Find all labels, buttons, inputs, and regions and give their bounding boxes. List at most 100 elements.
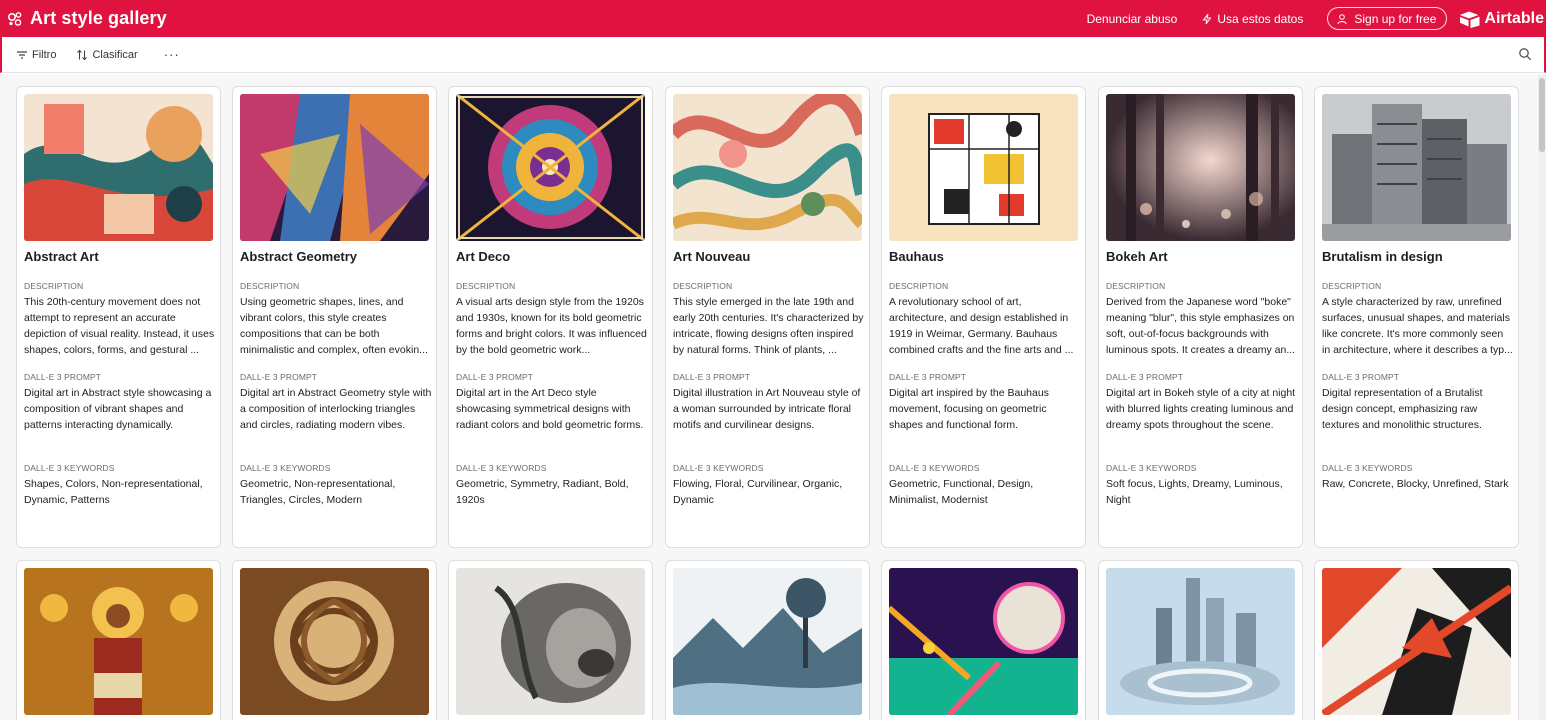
base-logo-icon [6,10,24,28]
keywords-value: Geometric, Symmetry, Radiant, Bold, 1920… [456,478,629,506]
keywords-value: Raw, Concrete, Blocky, Unrefined, Stark [1322,478,1509,490]
prompt-label: DALL-E 3 PROMPT [889,372,967,382]
card-title: Abstract Geometry [240,249,358,264]
record-card[interactable] [1314,560,1519,720]
sort-icon [77,49,88,60]
keywords-label: DALL-E 3 KEYWORDS [1106,463,1197,473]
card-image-celtic-art [240,568,429,715]
card-image-constructivism [1322,568,1511,715]
prompt-label: DALL-E 3 PROMPT [1106,372,1184,382]
description-value: A visual arts design style from the 1920… [456,296,647,356]
prompt-value: Digital art in Bokeh style of a city at … [1106,387,1296,431]
keywords-value: Geometric, Non-representational, Triangl… [240,478,396,506]
card-title: Brutalism in design [1322,249,1443,264]
use-data-link[interactable]: Usa estos datos [1201,12,1303,26]
signup-label: Sign up for free [1354,11,1437,26]
more-options-button[interactable]: ··· [164,47,180,62]
card-title: Bokeh Art [1106,249,1168,264]
card-image-icon-art [24,568,213,715]
record-card[interactable] [665,560,870,720]
description-label: DESCRIPTION [240,281,300,291]
keywords-label: DALL-E 3 KEYWORDS [240,463,331,473]
keywords-label: DALL-E 3 KEYWORDS [1322,463,1413,473]
record-card[interactable] [881,560,1086,720]
record-card[interactable]: Bauhaus DESCRIPTION A revolutionary scho… [881,86,1086,548]
prompt-label: DALL-E 3 PROMPT [456,372,534,382]
card-image-space-art [889,568,1078,715]
description-value: Derived from the Japanese word "boke" me… [1106,296,1296,356]
signup-button[interactable]: Sign up for free [1327,7,1448,30]
keywords-value: Geometric, Functional, Design, Minimalis… [889,478,1034,506]
record-card[interactable] [1098,560,1303,720]
prompt-value: Digital art in the Art Deco style showca… [456,387,644,431]
keywords-label: DALL-E 3 KEYWORDS [889,463,980,473]
record-card[interactable]: Abstract Geometry DESCRIPTION Using geom… [232,86,437,548]
bolt-icon [1202,13,1212,24]
prompt-value: Digital representation of a Brutalist de… [1322,387,1483,431]
record-card[interactable]: Brutalism in design DESCRIPTION A style … [1314,86,1519,548]
view-toolbar: Filtro Clasificar ··· [0,37,1546,73]
card-image-abstract-geometry [240,94,429,241]
prompt-value: Digital art inspired by the Bauhaus move… [889,387,1049,431]
airtable-logo-icon [1460,11,1480,28]
card-image-art-deco [456,94,645,241]
card-title: Art Deco [456,249,511,264]
sort-label: Clasificar [92,48,138,61]
description-label: DESCRIPTION [673,281,733,291]
scrollbar-thumb[interactable] [1539,78,1545,152]
record-card[interactable] [16,560,221,720]
record-card[interactable]: Art Deco DESCRIPTION A visual arts desig… [448,86,653,548]
prompt-label: DALL-E 3 PROMPT [240,372,318,382]
description-label: DESCRIPTION [1322,281,1382,291]
prompt-value: Digital art in Abstract style showcasing… [24,387,212,431]
card-title: Art Nouveau [673,249,751,264]
description-value: This style emerged in the late 19th and … [673,296,864,356]
card-image-futuristic-city [1106,568,1295,715]
filter-label: Filtro [32,48,57,61]
sort-button[interactable]: Clasificar [76,48,138,61]
app-header: Art style gallery Denunciar abuso Usa es… [0,0,1546,37]
user-icon [1337,13,1348,24]
description-value: A revolutionary school of art, architect… [889,296,1074,356]
keywords-label: DALL-E 3 KEYWORDS [24,463,115,473]
use-data-label: Usa estos datos [1217,11,1304,26]
prompt-value: Digital illustration in Art Nouveau styl… [673,387,861,431]
description-value: This 20th-century movement does not atte… [24,296,215,356]
card-image-brutalism [1322,94,1511,241]
record-card[interactable]: Art Nouveau DESCRIPTION This style emerg… [665,86,870,548]
gallery-scrollbar[interactable] [1538,74,1546,720]
description-label: DESCRIPTION [24,281,84,291]
description-label: DESCRIPTION [456,281,516,291]
report-abuse-link[interactable]: Denunciar abuso [1087,12,1178,26]
keywords-value: Flowing, Floral, Curvilinear, Organic, D… [673,478,843,506]
prompt-value: Digital art in Abstract Geometry style w… [240,387,432,431]
card-title: Bauhaus [889,249,944,264]
filter-icon [17,50,27,59]
record-card[interactable] [232,560,437,720]
keywords-value: Shapes, Colors, Non-representational, Dy… [24,478,203,506]
record-card[interactable]: Abstract Art DESCRIPTION This 20th-centu… [16,86,221,548]
card-title: Abstract Art [24,249,99,264]
base-brand: Art style gallery [6,8,167,29]
airtable-wordmark: Airtable [1484,9,1544,27]
card-image-abstract-art [24,94,213,241]
keywords-value: Soft focus, Lights, Dreamy, Luminous, Ni… [1106,478,1283,506]
airtable-logo[interactable]: Airtable [1459,10,1544,28]
card-image-bauhaus [889,94,1078,241]
record-card[interactable]: Bokeh Art DESCRIPTION Derived from the J… [1098,86,1303,548]
filter-button[interactable]: Filtro [16,49,56,61]
description-label: DESCRIPTION [1106,281,1166,291]
search-icon[interactable] [1518,47,1532,61]
card-image-art-nouveau [673,94,862,241]
description-label: DESCRIPTION [889,281,949,291]
card-image-ink-landscape [673,568,862,715]
prompt-label: DALL-E 3 PROMPT [673,372,751,382]
card-image-bokeh-art [1106,94,1295,241]
keywords-label: DALL-E 3 KEYWORDS [456,463,547,473]
record-card[interactable] [448,560,653,720]
description-value: A style characterized by raw, unrefined … [1322,296,1513,356]
description-value: Using geometric shapes, lines, and vibra… [240,296,428,356]
card-image-charcoal-lion [456,568,645,715]
prompt-label: DALL-E 3 PROMPT [24,372,102,382]
page-title: Art style gallery [30,8,167,28]
